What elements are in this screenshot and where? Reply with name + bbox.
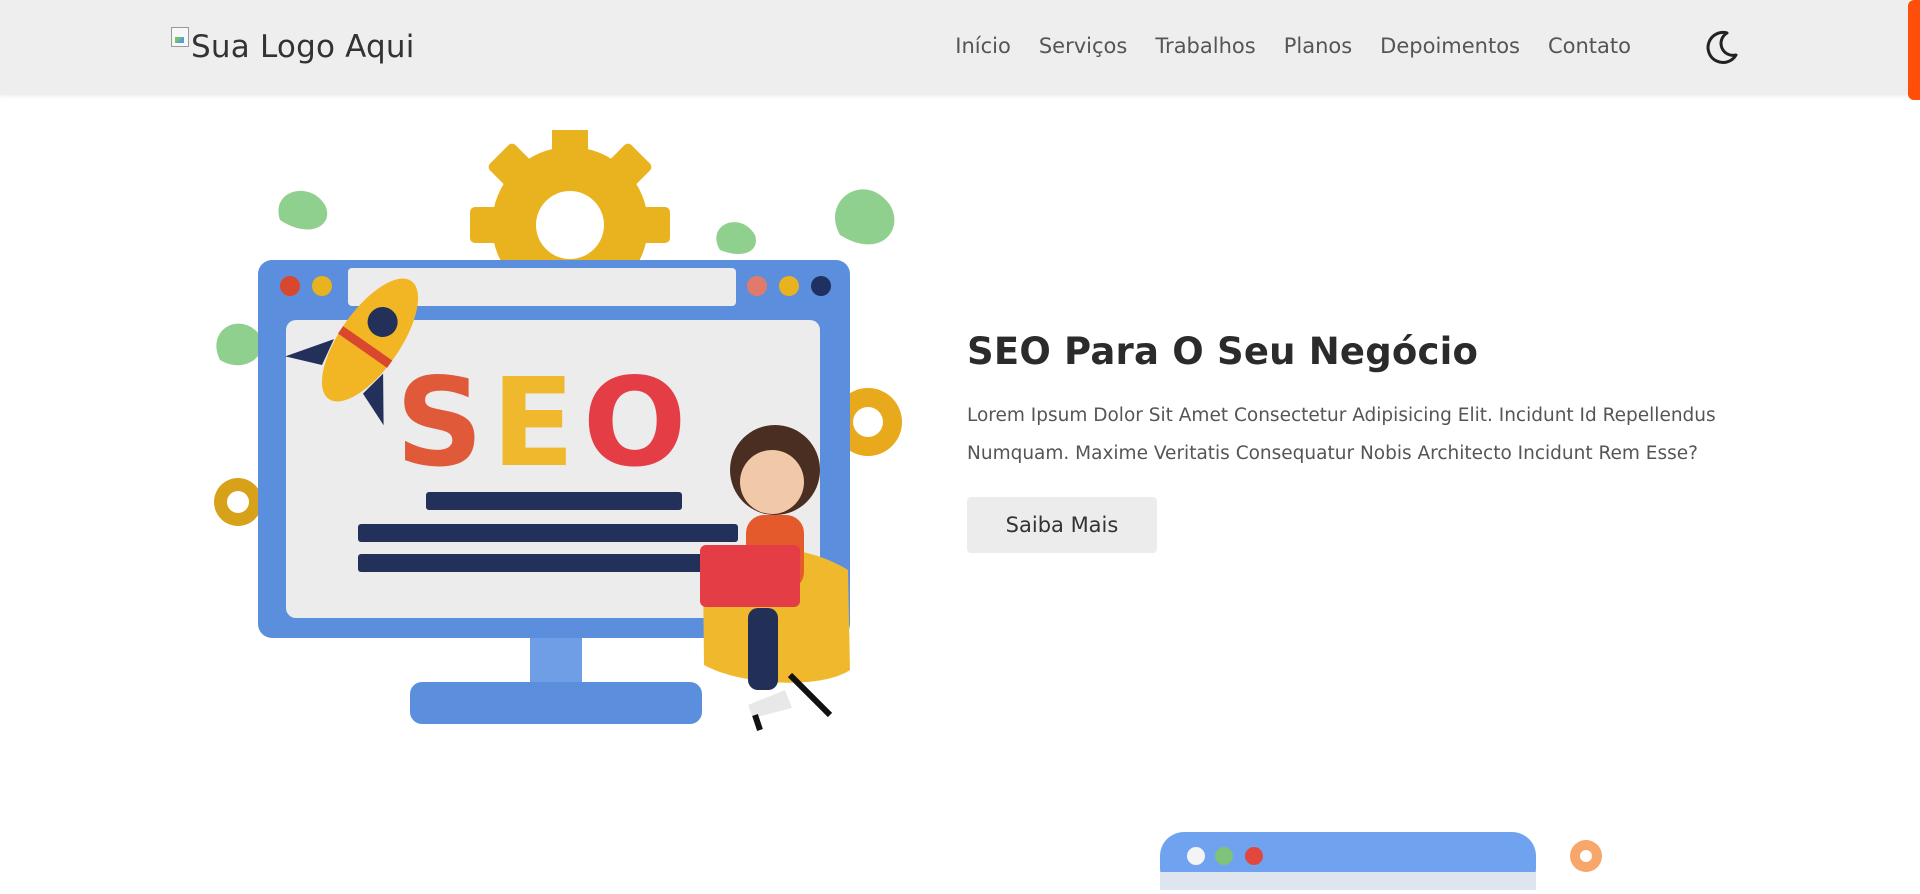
- gear-small-left-icon: [214, 478, 262, 526]
- logo-alt-text: Sua Logo Aqui: [191, 29, 415, 65]
- hero-title: SEO Para O Seu Negócio: [967, 330, 1479, 373]
- leaf-blob-left: [278, 190, 328, 230]
- leaf-blob-right: [835, 189, 895, 245]
- hero-illustration: SEO: [200, 125, 920, 750]
- gear-orange-icon: [1570, 840, 1602, 872]
- seo-illustration-text: SEO: [396, 352, 695, 494]
- site-header: Sua Logo Aqui Início Serviços Trabalhos …: [0, 0, 1908, 95]
- hero-content: SEO Para O Seu Negócio Lorem Ipsum Dolor…: [967, 330, 1727, 553]
- hero-description: Lorem Ipsum Dolor Sit Amet Consectetur A…: [967, 405, 1716, 464]
- window-dot-white-icon: [1187, 847, 1205, 865]
- nav-link-trabalhos[interactable]: Trabalhos: [1141, 28, 1269, 64]
- nav-link-contato[interactable]: Contato: [1534, 28, 1645, 64]
- nav-link-servicos[interactable]: Serviços: [1025, 28, 1141, 64]
- nav-link-planos[interactable]: Planos: [1270, 28, 1366, 64]
- window-dot-green-icon: [1215, 847, 1233, 865]
- logo[interactable]: Sua Logo Aqui: [171, 24, 415, 70]
- theme-toggle-button[interactable]: [1700, 27, 1742, 69]
- leaf-blob-mid: [716, 222, 756, 255]
- saiba-mais-button[interactable]: Saiba Mais: [967, 497, 1157, 553]
- main-nav: Início Serviços Trabalhos Planos Depoime…: [941, 28, 1645, 64]
- nav-link-inicio[interactable]: Início: [941, 28, 1025, 64]
- scrollbar-thumb[interactable]: [1908, 0, 1920, 100]
- moon-icon: [1706, 30, 1738, 64]
- leaf-blob-left-low: [216, 323, 263, 366]
- next-section-illustration: [1158, 830, 1618, 892]
- window-dot-red-icon: [1245, 847, 1263, 865]
- broken-image-icon: [171, 27, 189, 47]
- nav-link-depoimentos[interactable]: Depoimentos: [1366, 28, 1534, 64]
